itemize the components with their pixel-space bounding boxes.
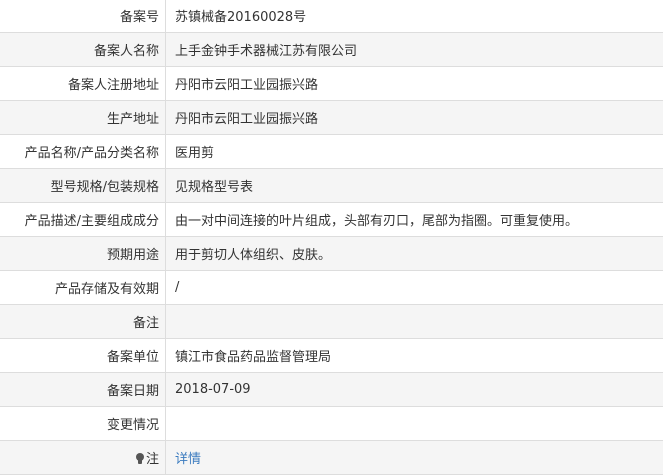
record-row-product-description: 产品描述/主要组成成分 由一对中间连接的叶片组成，头部有刃口，尾部为指圈。可重复… [0, 201, 663, 237]
record-detail-table: 备案号 苏镇械备20160028号 备案人名称 上手金钟手术器械江苏有限公司 备… [0, 0, 663, 475]
record-row-registrant-address: 备案人注册地址 丹阳市云阳工业园振兴路 [0, 65, 663, 101]
record-row-change-history: 变更情况 [0, 405, 663, 441]
row-value: 见规格型号表 [165, 167, 663, 203]
record-row-registration-number: 备案号 苏镇械备20160028号 [0, 0, 663, 33]
record-row-production-address: 生产地址 丹阳市云阳工业园振兴路 [0, 99, 663, 135]
record-row-remarks: 备注 [0, 303, 663, 339]
row-label: 变更情况 [0, 405, 166, 441]
row-label: 产品描述/主要组成成分 [0, 201, 166, 237]
row-value: / [165, 269, 663, 305]
row-label: 产品名称/产品分类名称 [0, 133, 166, 169]
record-row-storage-validity: 产品存储及有效期 / [0, 269, 663, 305]
record-row-note: 注 详情 [0, 439, 663, 475]
row-label: 备案单位 [0, 337, 166, 373]
row-value: 镇江市食品药品监督管理局 [165, 337, 663, 373]
row-value: 2018-07-09 [165, 371, 663, 407]
row-value [165, 405, 663, 441]
row-label: 型号规格/包装规格 [0, 167, 166, 203]
record-row-filing-authority: 备案单位 镇江市食品药品监督管理局 [0, 337, 663, 373]
row-value: 丹阳市云阳工业园振兴路 [165, 99, 663, 135]
row-value [165, 303, 663, 339]
row-label: 备案号 [0, 0, 166, 33]
row-label: 生产地址 [0, 99, 166, 135]
record-row-filing-date: 备案日期 2018-07-09 [0, 371, 663, 407]
row-label: 备案日期 [0, 371, 166, 407]
record-row-intended-use: 预期用途 用于剪切人体组织、皮肤。 [0, 235, 663, 271]
row-label: 备注 [0, 303, 166, 339]
record-table-body: 备案号 苏镇械备20160028号 备案人名称 上手金钟手术器械江苏有限公司 备… [0, 0, 663, 475]
row-label: 备案人名称 [0, 31, 166, 67]
row-label: 预期用途 [0, 235, 166, 271]
record-row-registrant-name: 备案人名称 上手金钟手术器械江苏有限公司 [0, 31, 663, 67]
row-value: 上手金钟手术器械江苏有限公司 [165, 31, 663, 67]
row-label: 备案人注册地址 [0, 65, 166, 101]
note-label: 注 [145, 451, 159, 467]
record-row-product-name: 产品名称/产品分类名称 医用剪 [0, 133, 663, 169]
lightbulb-icon [135, 452, 144, 464]
details-link[interactable]: 详情 [175, 452, 201, 467]
row-value: 医用剪 [165, 133, 663, 169]
row-value: 丹阳市云阳工业园振兴路 [165, 65, 663, 101]
row-value: 苏镇械备20160028号 [165, 0, 663, 33]
row-label: 产品存储及有效期 [0, 269, 166, 305]
note-value-cell: 详情 [165, 439, 663, 475]
row-value: 用于剪切人体组织、皮肤。 [165, 235, 663, 271]
record-row-model-spec: 型号规格/包装规格 见规格型号表 [0, 167, 663, 203]
row-value: 由一对中间连接的叶片组成，头部有刃口，尾部为指圈。可重复使用。 [165, 201, 663, 237]
note-label-cell: 注 [0, 439, 166, 475]
